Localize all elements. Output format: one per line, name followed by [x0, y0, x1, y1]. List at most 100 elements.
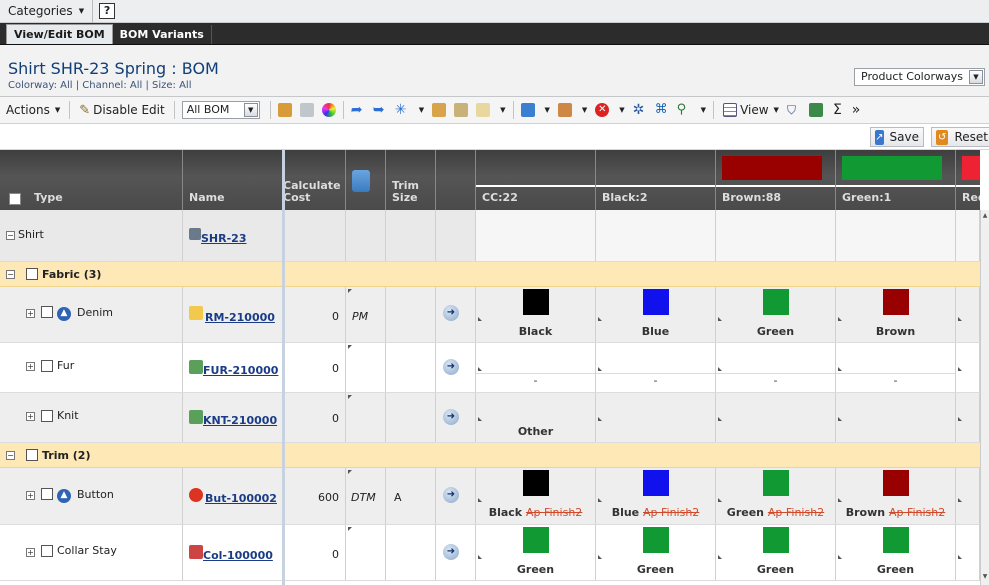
cost-cell[interactable]: 0 [283, 287, 346, 342]
cost-cell[interactable]: 0 [283, 393, 346, 442]
colorway-cell[interactable]: Brown [836, 287, 956, 342]
bom-filter-select[interactable]: All BOM ▼ [181, 101, 260, 119]
chevron-down-icon[interactable]: ▼ [582, 106, 587, 114]
chevron-down-icon[interactable]: ▼ [619, 106, 624, 114]
settings-icon[interactable] [299, 103, 314, 117]
status-cell[interactable]: PM [346, 287, 386, 342]
arrow-right-icon[interactable]: ➜ [443, 359, 459, 375]
colorway-cell[interactable]: Black Ap Finish2 [476, 468, 596, 524]
more-icon[interactable]: » [852, 102, 861, 118]
reset-button[interactable]: ↺ Reset [931, 127, 989, 147]
row-checkbox[interactable] [41, 488, 53, 500]
row-checkbox[interactable] [41, 545, 53, 557]
colorway-cell[interactable]: Black [476, 287, 596, 342]
cost-cell[interactable]: 0 [283, 343, 346, 392]
status-cell[interactable] [346, 525, 386, 580]
group-row-trim[interactable]: − Trim (2) [0, 443, 980, 468]
group-checkbox[interactable] [26, 449, 38, 461]
trim-size-cell[interactable]: A [386, 468, 436, 524]
row-name-link[interactable]: SHR-23 [201, 232, 246, 245]
document-icon[interactable] [476, 103, 491, 117]
chevron-down-icon[interactable]: ▼ [701, 106, 706, 114]
actions-menu[interactable]: Actions ▼ [0, 97, 66, 124]
colorway-cell[interactable]: Green Ap Finish2 [716, 468, 836, 524]
link-icon[interactable]: ⚲ [677, 103, 691, 117]
colorway-cell[interactable] [836, 393, 956, 442]
expand-icon[interactable]: + [26, 412, 35, 421]
chevron-down-icon[interactable]: ▼ [500, 106, 505, 114]
status-cell[interactable] [346, 343, 386, 392]
trim-size-cell[interactable] [386, 287, 436, 342]
colorway-cell[interactable]: Green [836, 525, 956, 580]
status-cell[interactable]: DTM [346, 468, 386, 524]
colorway-cell[interactable]: - [596, 343, 716, 392]
table-row[interactable]: + Knit KNT-210000 0 ➜ Other [0, 393, 980, 443]
row-name-link[interactable]: FUR-210000 [203, 364, 278, 377]
arrow-forward-icon[interactable]: ➥ [373, 103, 387, 117]
colorway-cell[interactable]: - [476, 343, 596, 392]
colorway-cell[interactable]: Blue [596, 287, 716, 342]
disable-edit-button[interactable]: ✎ Disable Edit [73, 97, 170, 124]
colorway-cell[interactable] [956, 393, 980, 442]
colorway-header-red[interactable]: Red: [956, 150, 980, 210]
colorway-cell[interactable] [476, 210, 596, 261]
colorway-cell[interactable] [716, 393, 836, 442]
colorway-cell[interactable] [836, 210, 956, 261]
colorway-cell[interactable]: Green [716, 287, 836, 342]
colorway-cell[interactable]: - [836, 343, 956, 392]
frozen-column-divider[interactable] [282, 150, 285, 585]
select-all-checkbox[interactable] [9, 193, 21, 205]
collapse-icon[interactable]: − [6, 270, 15, 279]
paste-icon[interactable] [454, 103, 469, 117]
color-wheel-icon[interactable] [321, 103, 336, 117]
collapse-icon[interactable]: − [6, 231, 15, 240]
status-column-header[interactable] [346, 150, 386, 210]
table-row[interactable]: + ▲ Button But-100002 600 DTM A ➜ Black … [0, 468, 980, 525]
status-cell[interactable] [346, 393, 386, 442]
arrow-right-icon[interactable]: ➜ [443, 544, 459, 560]
refresh-icon[interactable] [277, 103, 292, 117]
row-name-link[interactable]: KNT-210000 [203, 414, 277, 427]
cost-cell[interactable]: 0 [283, 525, 346, 580]
expand-icon[interactable]: + [26, 491, 35, 500]
delete-icon[interactable]: ✕ [595, 103, 610, 117]
table-row[interactable]: + Fur FUR-210000 0 ➜ - - - - [0, 343, 980, 393]
report-icon[interactable] [808, 103, 823, 117]
group-row-fabric[interactable]: − Fabric (3) [0, 262, 980, 287]
table-row[interactable]: + ▲ Denim RM-210000 0 PM ➜ Black Blue Gr… [0, 287, 980, 343]
arrow-right-icon[interactable]: ➦ [351, 103, 365, 117]
colorway-header-green1[interactable]: Green:1 [836, 150, 956, 210]
colorway-header-black2[interactable]: Black:2 [596, 150, 716, 210]
colorway-cell[interactable] [956, 210, 980, 261]
cost-cell[interactable]: 600 [283, 468, 346, 524]
tab-view-edit-bom[interactable]: View/Edit BOM [6, 24, 113, 44]
add-material-icon[interactable] [557, 103, 572, 117]
colorway-cell[interactable] [596, 393, 716, 442]
colorway-cell[interactable]: Brown Ap Finish2 [836, 468, 956, 524]
vertical-scrollbar[interactable]: ▲ ▼ [980, 210, 989, 585]
arrow-right-icon[interactable]: ➜ [443, 305, 459, 321]
chevron-down-icon[interactable]: ▼ [419, 106, 424, 114]
arrow-right-icon[interactable]: ➜ [443, 487, 459, 503]
filter-icon[interactable]: ⛉ [787, 103, 801, 117]
row-name-link[interactable]: But-100002 [205, 492, 277, 505]
row-checkbox[interactable] [41, 410, 53, 422]
row-checkbox[interactable] [41, 360, 53, 372]
table-row[interactable]: − Shirt SHR-23 [0, 210, 980, 262]
copy-icon[interactable] [432, 103, 447, 117]
type-column-header[interactable]: Type [0, 150, 183, 210]
colorway-cell[interactable] [956, 525, 980, 580]
scroll-down-icon[interactable]: ▼ [981, 573, 989, 583]
trim-size-cell[interactable] [386, 393, 436, 442]
trim-size-column-header[interactable]: Trim Size [386, 150, 436, 210]
colorway-cell[interactable] [956, 343, 980, 392]
asterisk-icon[interactable]: ✳ [395, 103, 409, 117]
colorway-cell[interactable]: Green [596, 525, 716, 580]
colorway-cell[interactable]: Other [476, 393, 596, 442]
categories-menu[interactable]: Categories ▼ [0, 0, 94, 23]
collapse-icon[interactable]: − [6, 451, 15, 460]
help-icon[interactable]: ? [99, 3, 116, 19]
hierarchy-icon[interactable]: ⌘ [655, 103, 669, 117]
row-checkbox[interactable] [41, 306, 53, 318]
view-menu[interactable]: View ▼ [717, 97, 785, 124]
